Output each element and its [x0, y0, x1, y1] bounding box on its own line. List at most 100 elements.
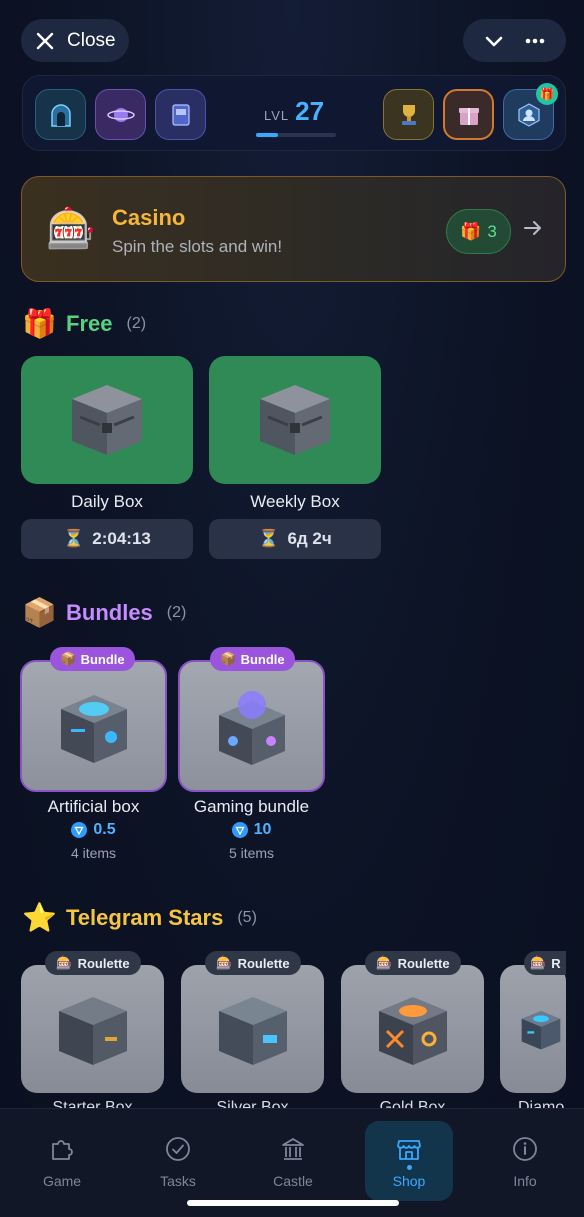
roulette-tag: 🎰 R [524, 951, 566, 975]
weekly-box-card[interactable] [209, 356, 381, 484]
close-button[interactable]: Close [21, 19, 129, 62]
nav-game[interactable]: Game [18, 1121, 106, 1201]
active-dot [407, 1165, 412, 1170]
stars-title: Telegram Stars [66, 904, 224, 930]
gaming-bundle-name: Gaming bundle [193, 797, 310, 816]
roulette-tag-label: Roulette [237, 955, 290, 971]
silver-box-card[interactable] [181, 965, 324, 1093]
nav-info-label: Info [513, 1173, 537, 1189]
close-icon [36, 32, 54, 49]
window-controls [463, 19, 566, 62]
level-value: 27 [295, 96, 325, 126]
casino-title: Casino [112, 205, 186, 230]
book-button[interactable] [155, 89, 206, 140]
gift-badge-icon: 🎁 [536, 83, 558, 105]
hourglass-icon: ⏳ [258, 529, 280, 548]
artificial-box-name: Artificial box [47, 797, 140, 816]
more-icon[interactable] [524, 30, 546, 52]
bundle-tag-label: Bundle [80, 651, 125, 667]
check-circle-icon [166, 1137, 190, 1161]
metal-crate-icon [521, 1010, 561, 1050]
tech-cube-icon [60, 695, 127, 763]
roulette-tag-label: Roulette [77, 955, 130, 971]
gift-icon [458, 107, 479, 125]
bundle-tag: 📦 Bundle [210, 647, 295, 671]
bundles-section-header: 📦 Bundles (2) [22, 596, 186, 629]
top-bar: Close [0, 0, 584, 72]
book-icon [171, 103, 190, 126]
weekly-timer-value: 6д 2ч [287, 529, 332, 548]
package-icon: 📦 [220, 651, 237, 666]
stars-section-header: ⭐ Telegram Stars (5) [22, 901, 257, 934]
bundles-count: (2) [166, 603, 187, 621]
stars-count: (5) [237, 908, 257, 926]
artificial-box-price: 0.5 [20, 821, 167, 839]
castle-icon [282, 1138, 304, 1160]
daily-timer-value: 2:04:13 [92, 529, 151, 548]
price-value: 10 [253, 821, 272, 838]
nav-tasks[interactable]: Tasks [134, 1121, 222, 1201]
price-value: 0.5 [93, 821, 116, 838]
gifts-button[interactable] [443, 89, 494, 140]
bundle-tag-label: Bundle [240, 651, 285, 667]
roulette-tag-label: R [551, 955, 561, 971]
info-icon [513, 1137, 537, 1161]
package-icon: 📦 [22, 597, 57, 628]
roulette-tag: 🎰 Roulette [205, 951, 301, 975]
slot-machine-icon: 🎰 [530, 955, 547, 970]
portal-icon [50, 103, 71, 127]
metal-crate-icon [218, 997, 287, 1065]
level-label: LVL [264, 108, 290, 123]
bundle-tag: 📦 Bundle [50, 647, 135, 671]
galaxy-button[interactable] [95, 89, 146, 140]
avatar-icon [517, 102, 540, 127]
gold-box-card[interactable] [341, 965, 484, 1093]
shop-icon [397, 1140, 421, 1160]
daily-box-name: Daily Box [71, 492, 143, 511]
starter-box-card[interactable] [21, 965, 164, 1093]
slot-machine-icon: 🎰 [216, 955, 233, 970]
roulette-tag: 🎰 Roulette [45, 951, 141, 975]
nav-shop[interactable]: Shop [365, 1121, 453, 1201]
metal-crate-icon [378, 997, 447, 1065]
tech-cube-icon [218, 691, 285, 765]
home-indicator [187, 1200, 399, 1206]
level-progress-bar [256, 133, 336, 137]
nav-info[interactable]: Info [481, 1121, 569, 1201]
gaming-bundle-items: 5 items [228, 845, 275, 861]
puzzle-icon [52, 1140, 73, 1160]
diamond-box-card[interactable] [500, 965, 566, 1093]
trophy-button[interactable] [383, 89, 434, 140]
nav-castle-label: Castle [273, 1173, 313, 1189]
level-display: LVL 27 [264, 96, 324, 127]
metal-crate-icon [58, 997, 127, 1065]
ton-icon [71, 822, 88, 838]
daily-box-card[interactable] [21, 356, 193, 484]
weekly-box-timer: ⏳ 6д 2ч [209, 519, 381, 559]
casino-count-badge: 🎁 3 [446, 209, 511, 254]
casino-banner[interactable]: 🎰 Casino Spin the slots and win! 🎁 3 [21, 176, 566, 282]
gaming-bundle-price: 10 [178, 821, 325, 839]
nav-game-label: Game [42, 1173, 82, 1189]
casino-subtitle: Spin the slots and win! [112, 237, 283, 256]
free-count: (2) [126, 314, 147, 332]
daily-box-timer: ⏳ 2:04:13 [21, 519, 193, 559]
artificial-box-card[interactable] [20, 660, 167, 792]
stats-bar: LVL 27 🎁 [22, 75, 566, 151]
nav-shop-label: Shop [392, 1173, 426, 1189]
metal-box-icon [72, 385, 142, 455]
chevron-down-icon[interactable] [483, 30, 505, 52]
hourglass-icon: ⏳ [63, 529, 85, 548]
free-title: Free [66, 310, 113, 336]
gift-icon: 🎁 [22, 308, 57, 339]
star-icon: ⭐ [22, 902, 57, 933]
gaming-bundle-card[interactable] [178, 660, 325, 792]
roulette-tag-label: Roulette [397, 955, 450, 971]
nav-castle[interactable]: Castle [249, 1121, 337, 1201]
portal-button[interactable] [35, 89, 86, 140]
arrow-right-icon[interactable] [522, 217, 544, 239]
trophy-icon [401, 104, 416, 125]
bundles-title: Bundles [66, 599, 153, 625]
artificial-box-items: 4 items [70, 845, 117, 861]
close-label: Close [67, 29, 116, 51]
